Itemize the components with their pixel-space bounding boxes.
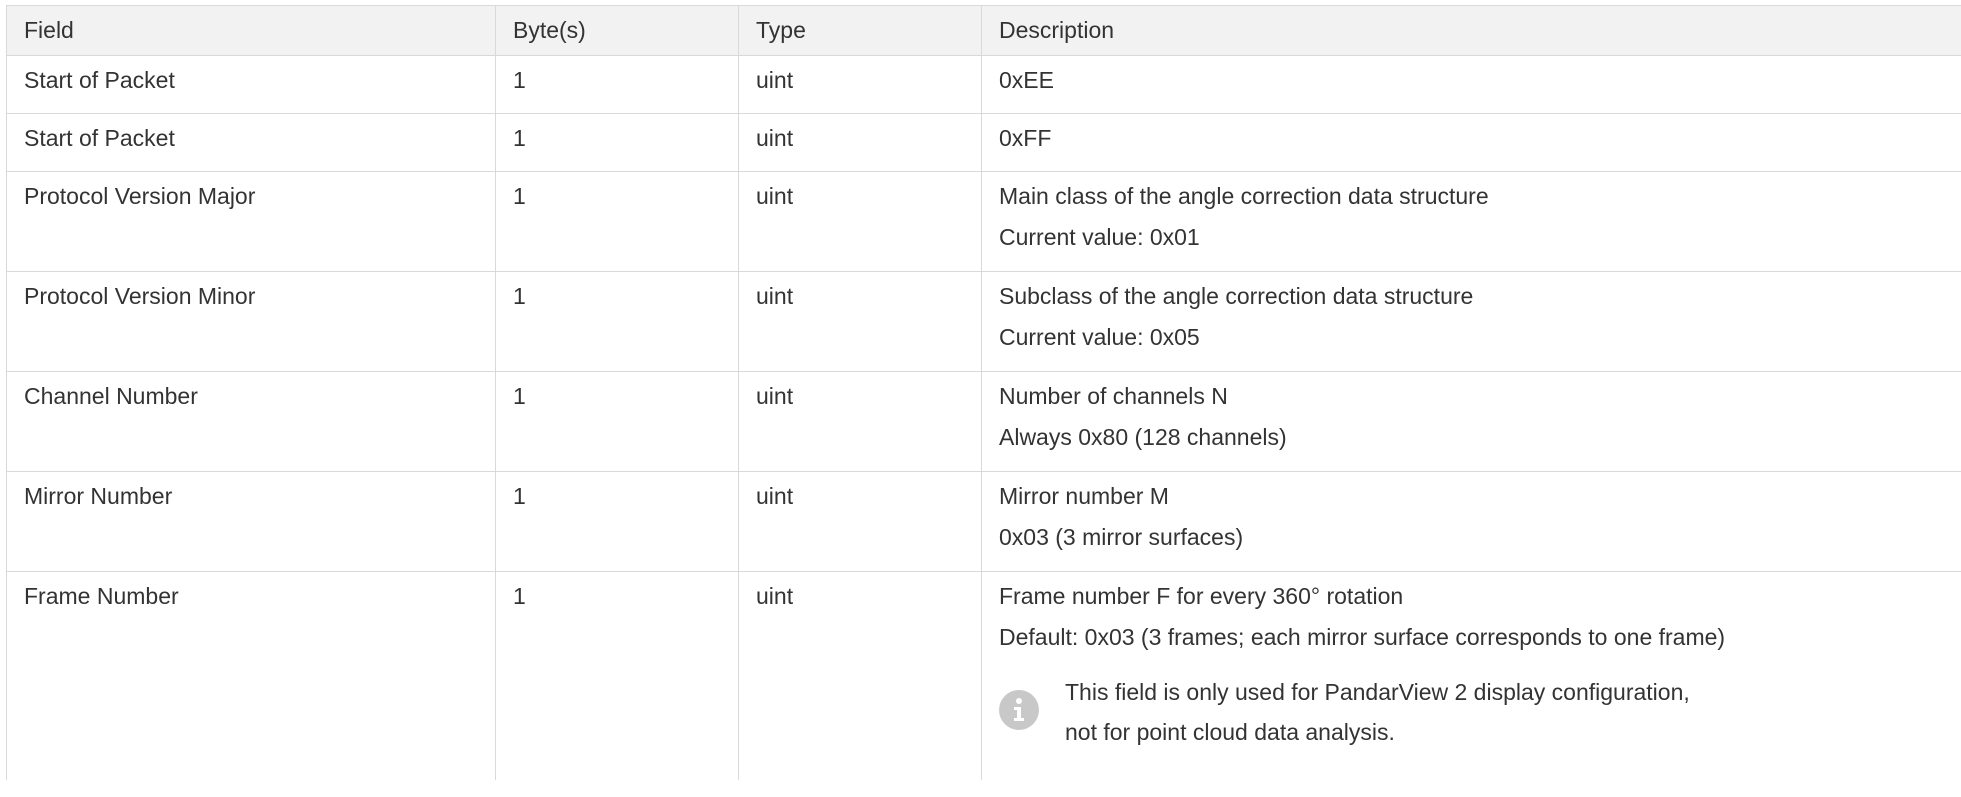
description-line: 0xFF — [999, 125, 1052, 151]
description-line: Always 0x80 (128 channels) — [999, 424, 1287, 450]
description-line: Default: 0x03 (3 frames; each mirror sur… — [999, 624, 1726, 650]
cell-field: Mirror Number — [6, 471, 496, 572]
cell-field: Channel Number — [6, 371, 496, 472]
cell-field: Start of Packet — [6, 55, 496, 114]
table-header-row: Field Byte(s) Type Description — [6, 5, 1961, 56]
cell-field: Start of Packet — [6, 113, 496, 172]
cell-description: Number of channels N Always 0x80 (128 ch… — [981, 371, 1961, 472]
table-row: Start of Packet 1 uint 0xEE — [6, 55, 1961, 114]
note-line: not for point cloud data analysis. — [1065, 719, 1395, 745]
cell-description: Subclass of the angle correction data st… — [981, 271, 1961, 372]
cell-bytes: 1 — [495, 471, 739, 572]
header-field: Field — [6, 5, 496, 56]
cell-bytes: 1 — [495, 271, 739, 372]
description-line: Current value: 0x05 — [999, 324, 1200, 350]
cell-description: Main class of the angle correction data … — [981, 171, 1961, 272]
description-line: Current value: 0x01 — [999, 224, 1200, 250]
cell-bytes: 1 — [495, 113, 739, 172]
table-row: Protocol Version Major 1 uint Main class… — [6, 171, 1961, 272]
description-line: Number of channels N — [999, 383, 1228, 409]
cell-description: 0xFF — [981, 113, 1961, 172]
table-row: Mirror Number 1 uint Mirror number M 0x0… — [6, 471, 1961, 572]
cell-type: uint — [738, 271, 982, 372]
table-row: Protocol Version Minor 1 uint Subclass o… — [6, 271, 1961, 372]
description-line: Main class of the angle correction data … — [999, 183, 1489, 209]
cell-bytes: 1 — [495, 571, 739, 780]
cell-type: uint — [738, 571, 982, 780]
cell-description: Mirror number M 0x03 (3 mirror surfaces) — [981, 471, 1961, 572]
note-text: This field is only used for PandarView 2… — [1065, 672, 1690, 752]
info-note: This field is only used for PandarView 2… — [999, 672, 1949, 752]
cell-type: uint — [738, 55, 982, 114]
table-row: Start of Packet 1 uint 0xFF — [6, 113, 1961, 172]
header-bytes: Byte(s) — [495, 5, 739, 56]
table-row: Channel Number 1 uint Number of channels… — [6, 371, 1961, 472]
table-row: Frame Number 1 uint Frame number F for e… — [6, 571, 1961, 780]
description-line: Subclass of the angle correction data st… — [999, 283, 1474, 309]
cell-bytes: 1 — [495, 371, 739, 472]
cell-description: 0xEE — [981, 55, 1961, 114]
cell-type: uint — [738, 371, 982, 472]
header-description: Description — [981, 5, 1961, 56]
cell-bytes: 1 — [495, 55, 739, 114]
description-line: Frame number F for every 360° rotation — [999, 583, 1404, 609]
description-line: Mirror number M — [999, 483, 1169, 509]
header-type: Type — [738, 5, 982, 56]
field-table: Field Byte(s) Type Description Start of … — [6, 5, 1961, 780]
cell-field: Frame Number — [6, 571, 496, 780]
info-icon — [999, 690, 1039, 730]
description-line: 0xEE — [999, 67, 1054, 93]
cell-type: uint — [738, 171, 982, 272]
cell-description: Frame number F for every 360° rotation D… — [981, 571, 1961, 780]
cell-type: uint — [738, 113, 982, 172]
cell-field: Protocol Version Minor — [6, 271, 496, 372]
cell-field: Protocol Version Major — [6, 171, 496, 272]
description-line: 0x03 (3 mirror surfaces) — [999, 524, 1244, 550]
note-line: This field is only used for PandarView 2… — [1065, 679, 1690, 705]
cell-type: uint — [738, 471, 982, 572]
cell-bytes: 1 — [495, 171, 739, 272]
